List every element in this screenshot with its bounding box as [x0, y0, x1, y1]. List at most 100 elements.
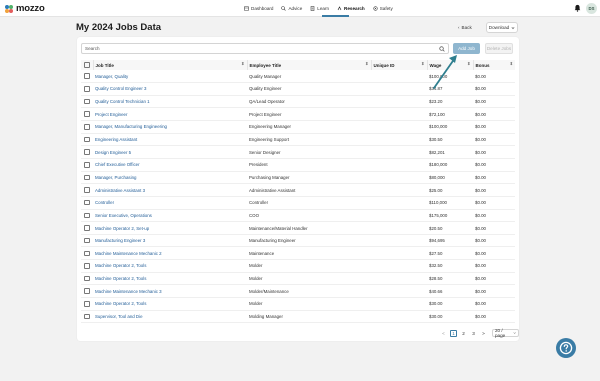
- wage-cell: $30.50: [429, 137, 443, 143]
- sort-icon[interactable]: ⬍: [365, 62, 368, 66]
- employee-title-cell: Purchasing Manager: [249, 174, 290, 180]
- user-avatar[interactable]: DS: [586, 3, 597, 14]
- job-title-link[interactable]: Design Engineer 5: [93, 146, 247, 159]
- nav-learn-label: Learn: [317, 6, 330, 11]
- help-question-icon: [559, 341, 573, 355]
- page-button[interactable]: 1: [450, 329, 457, 337]
- row-checkbox[interactable]: [84, 301, 90, 307]
- row-checkbox[interactable]: [84, 149, 90, 155]
- learn-icon: [310, 6, 315, 11]
- search-box: [81, 43, 449, 54]
- row-checkbox[interactable]: [84, 136, 90, 143]
- job-title-link[interactable]: Administrative Assistant 3: [93, 184, 247, 197]
- job-title-link[interactable]: Manager, Manufacturing Engineering: [93, 121, 247, 134]
- job-title-link[interactable]: Supervisor, Tool and Die: [93, 310, 247, 323]
- nav-safety-label: Safety: [379, 6, 393, 11]
- mozzo-logo-icon: [5, 4, 13, 13]
- job-title-link[interactable]: Machine Maintenance Mechanic 3: [93, 285, 247, 298]
- page-button[interactable]: 2: [460, 330, 467, 337]
- nav-dashboard[interactable]: Dashboard: [244, 5, 273, 12]
- job-title-link[interactable]: Machine Operator 2, Tools: [93, 298, 247, 311]
- wage-cell: $32.50: [429, 263, 443, 269]
- page-title: My 2024 Jobs Data: [76, 22, 162, 33]
- table-row: Manager, Quality Quality Manager $100,000 $…: [81, 70, 515, 83]
- job-title-link[interactable]: Machine Operator 2, Set-up: [93, 222, 247, 235]
- row-checkbox[interactable]: [84, 225, 90, 231]
- wage-cell: $72,100: [429, 111, 445, 117]
- row-checkbox[interactable]: [84, 111, 90, 117]
- employee-title-cell: Molder: [249, 301, 263, 307]
- page-size-select[interactable]: 20 / page: [492, 328, 519, 338]
- bonus-cell: $0.00: [475, 301, 486, 307]
- job-title-link[interactable]: Engineering Assistant: [93, 133, 247, 146]
- chevron-down-icon: [513, 332, 516, 335]
- job-title-link[interactable]: Project Engineer: [93, 108, 247, 121]
- row-checkbox[interactable]: [84, 162, 90, 168]
- next-page-button[interactable]: >: [480, 330, 487, 337]
- job-title-link[interactable]: Machine Maintenance Mechanic 2: [93, 247, 247, 260]
- header-employee-title[interactable]: Employee Title ⬍: [246, 60, 371, 70]
- employee-title-cell: Molding Manager: [249, 313, 283, 319]
- row-checkbox[interactable]: [84, 174, 90, 181]
- employee-title-cell: Molder/Maintenance: [249, 288, 289, 294]
- row-checkbox[interactable]: [84, 263, 90, 269]
- header-unique-id[interactable]: Unique ID ⬍: [370, 60, 427, 70]
- job-title-link[interactable]: Manufacturing Engineer 3: [93, 234, 247, 247]
- logo[interactable]: mozzo: [4, 3, 45, 14]
- sort-icon[interactable]: ⬍: [467, 62, 470, 66]
- row-checkbox[interactable]: [84, 212, 90, 219]
- page-button[interactable]: 3: [470, 330, 477, 337]
- row-checkbox[interactable]: [84, 187, 90, 193]
- job-title-link[interactable]: Machine Operator 2, Tools: [93, 260, 247, 273]
- job-title-link[interactable]: Manager, Quality: [93, 70, 247, 83]
- table-row: Manager, Purchasing Purchasing Manager $80…: [81, 171, 515, 184]
- sort-icon[interactable]: ⬍: [241, 62, 244, 66]
- row-checkbox[interactable]: [84, 98, 90, 105]
- add-job-button[interactable]: Add Job: [453, 43, 480, 54]
- row-checkbox[interactable]: [84, 313, 90, 320]
- bonus-cell: $0.00: [475, 174, 486, 180]
- wage-cell: $94,695: [429, 238, 445, 244]
- employee-title-cell: Administrative Assistant: [249, 187, 296, 193]
- job-title-link[interactable]: Machine Operator 2, Tools: [93, 272, 247, 285]
- row-checkbox[interactable]: [84, 237, 90, 244]
- notification-bell-icon[interactable]: [574, 4, 581, 12]
- page-size-label: 20 / page: [495, 328, 506, 338]
- row-checkbox[interactable]: [84, 250, 90, 257]
- job-title-link[interactable]: Senior Executive, Operations: [93, 209, 247, 222]
- job-title-link[interactable]: Chief Executive Officer: [93, 158, 247, 171]
- nav-learn[interactable]: Learn: [310, 5, 329, 12]
- table-row: Administrative Assistant 3 Administrative…: [81, 184, 515, 197]
- row-checkbox[interactable]: [84, 86, 90, 92]
- back-button[interactable]: ‹ Back: [458, 23, 472, 32]
- row-checkbox[interactable]: [84, 124, 90, 130]
- download-button[interactable]: Download: [486, 22, 518, 33]
- help-button[interactable]: [556, 338, 576, 358]
- nav-research[interactable]: Research: [337, 5, 365, 12]
- prev-page-button[interactable]: <: [440, 330, 447, 337]
- row-checkbox[interactable]: [84, 288, 90, 294]
- unique-id-cell: [371, 209, 427, 222]
- header-job-title[interactable]: Job Title ⬍: [92, 60, 247, 70]
- unique-id-cell: [371, 247, 427, 260]
- job-title-link[interactable]: Controller: [93, 196, 247, 209]
- row-checkbox[interactable]: [84, 199, 90, 206]
- header-bonus[interactable]: Bonus ⬍: [472, 60, 515, 70]
- row-checkbox[interactable]: [84, 275, 90, 282]
- bonus-cell: $0.00: [475, 86, 486, 92]
- sort-icon[interactable]: ⬍: [421, 62, 424, 66]
- row-checkbox[interactable]: [84, 73, 90, 79]
- select-all-checkbox[interactable]: [84, 62, 90, 68]
- search-input[interactable]: [82, 44, 422, 53]
- bonus-cell: $0.00: [475, 162, 486, 168]
- job-title-link[interactable]: Quality Control Engineer 3: [93, 83, 247, 96]
- sort-icon[interactable]: ⬍: [510, 62, 513, 66]
- nav-safety[interactable]: Safety: [373, 5, 393, 12]
- job-title-link[interactable]: Manager, Purchasing: [93, 171, 247, 184]
- header-wage[interactable]: Wage ⬍: [426, 60, 473, 70]
- bonus-cell: $0.00: [475, 149, 486, 155]
- search-icon[interactable]: [439, 46, 445, 52]
- nav-advice[interactable]: Advice: [281, 5, 302, 12]
- delete-jobs-button[interactable]: Delete Jobs: [485, 43, 513, 54]
- job-title-link[interactable]: Quality Control Technician 1: [93, 95, 247, 108]
